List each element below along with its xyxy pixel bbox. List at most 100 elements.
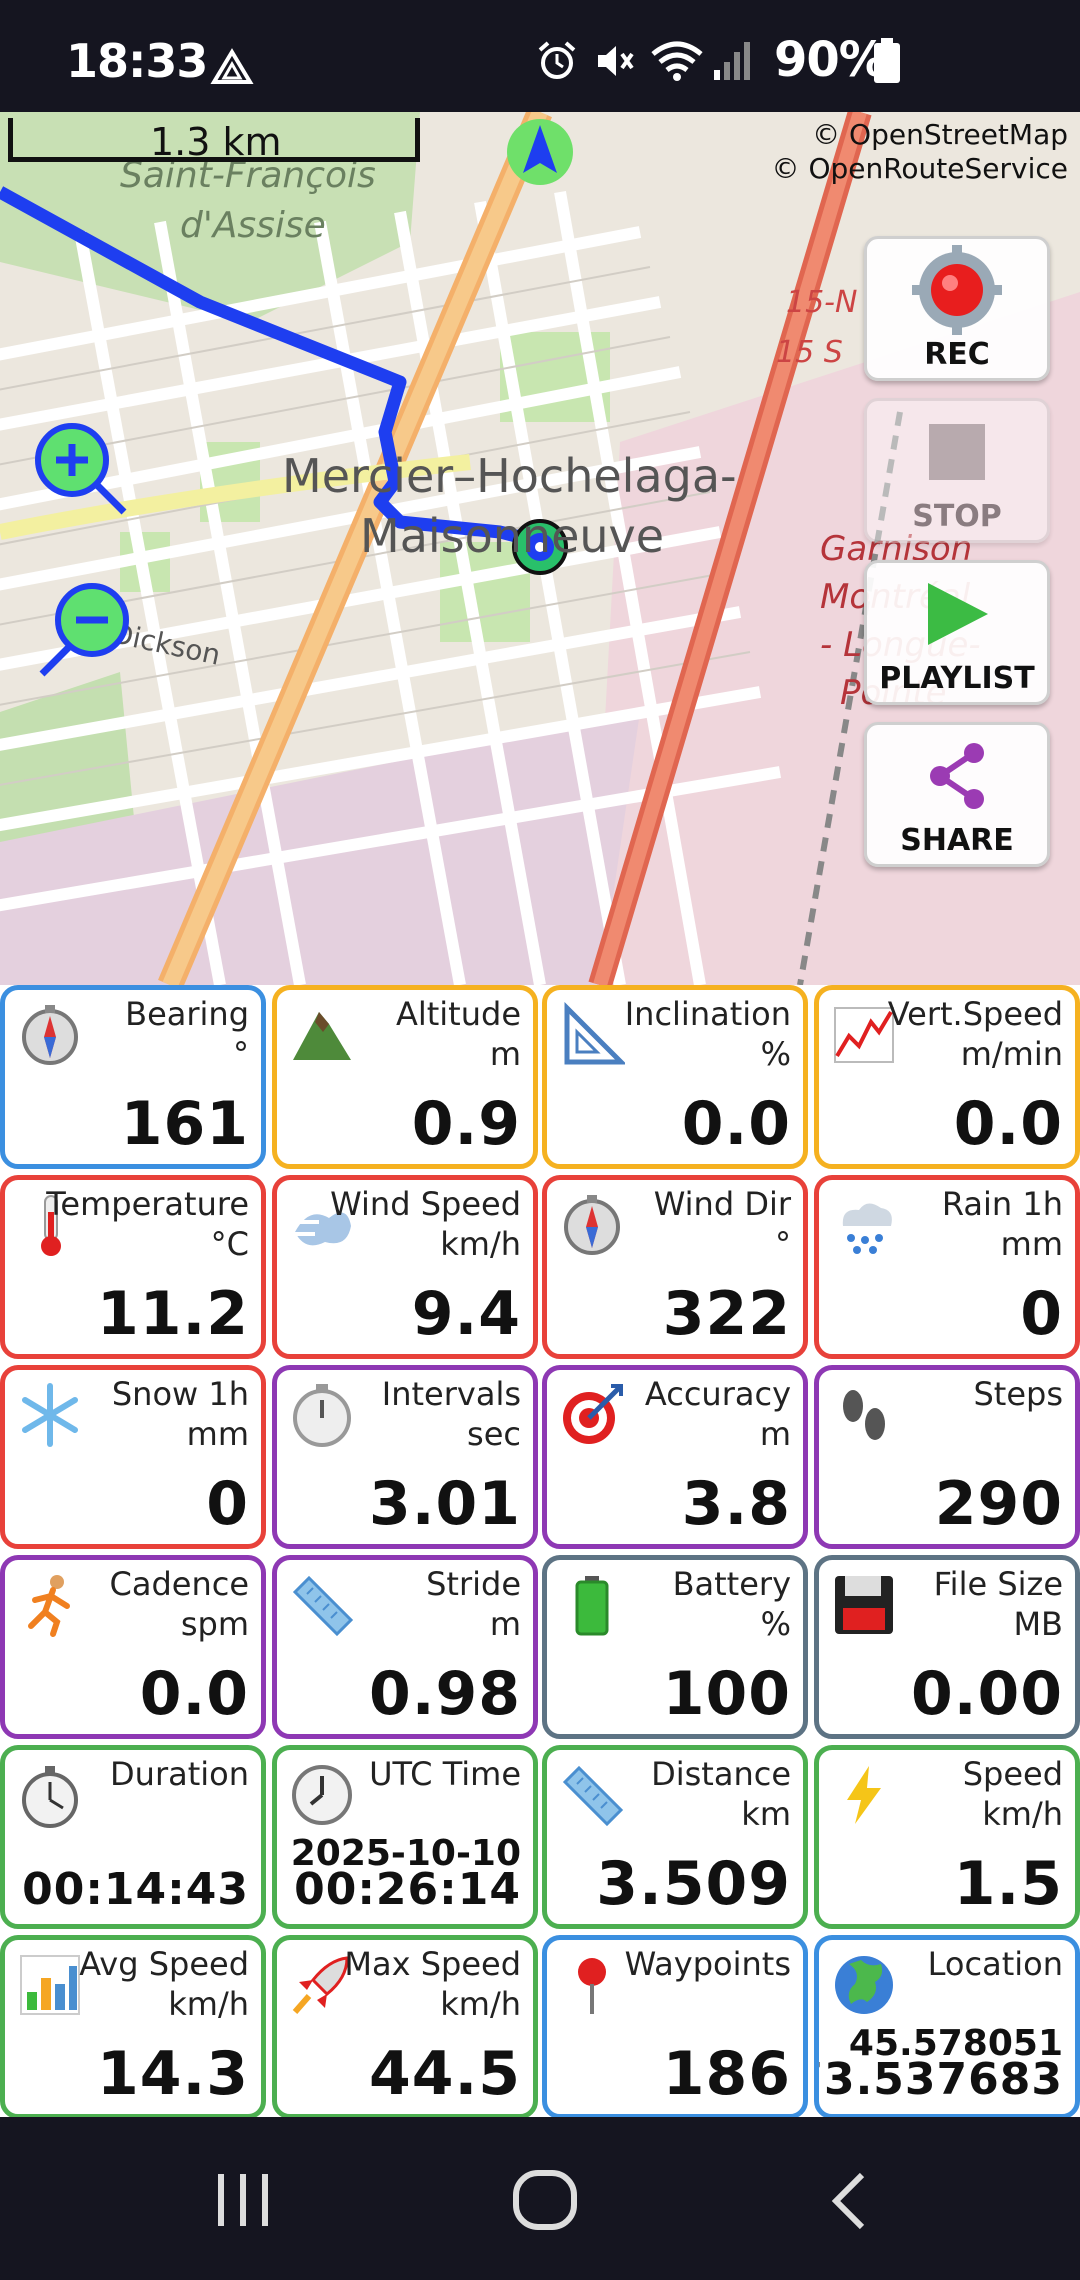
tile-value: 161 bbox=[120, 1089, 249, 1159]
rec-button[interactable]: REC bbox=[864, 236, 1050, 381]
stop-button[interactable]: STOP bbox=[864, 398, 1050, 543]
mute-icon bbox=[598, 46, 634, 76]
tile-unit: km/h bbox=[168, 1985, 249, 2023]
tile-stride[interactable]: Stride m 0.98 bbox=[272, 1555, 538, 1739]
tile-unit: m/min bbox=[960, 1035, 1063, 1073]
tile-label: Steps bbox=[973, 1375, 1063, 1413]
tile-value: 1.5 bbox=[953, 1849, 1063, 1919]
zoom-out-icon[interactable] bbox=[38, 582, 134, 678]
tile-rain-1h[interactable]: Rain 1h mm 0 bbox=[814, 1175, 1080, 1359]
tile-value: 3.01 bbox=[368, 1469, 521, 1539]
snowflake-icon bbox=[22, 1383, 78, 1447]
tile-cadence[interactable]: Cadence spm 0.0 bbox=[0, 1555, 266, 1739]
home-button[interactable] bbox=[512, 2169, 578, 2231]
tile-waypoints[interactable]: Waypoints 186 bbox=[542, 1935, 808, 2119]
mountain-icon bbox=[293, 1012, 351, 1060]
tile-snow-1h[interactable]: Snow 1h mm 0 bbox=[0, 1365, 266, 1549]
map-attribution[interactable]: © OpenStreetMap © OpenRouteService bbox=[772, 118, 1068, 186]
tile-unit: m bbox=[759, 1415, 791, 1453]
tile-label: Stride bbox=[426, 1565, 521, 1603]
tile-label: Temperature bbox=[46, 1185, 249, 1223]
tile-bearing[interactable]: Bearing ° 161 bbox=[0, 985, 266, 1169]
tile-value: 0.9 bbox=[411, 1089, 521, 1159]
tile-label: Duration bbox=[110, 1755, 249, 1793]
timer-icon bbox=[293, 1384, 351, 1447]
ruler-icon bbox=[292, 1575, 354, 1637]
tile-distance[interactable]: Distance km 3.509 bbox=[542, 1745, 808, 1929]
tile-label: Rain 1h bbox=[941, 1185, 1063, 1223]
tile-file-size[interactable]: File Size MB 0.00 bbox=[814, 1555, 1080, 1739]
tile-unit: km/h bbox=[440, 1985, 521, 2023]
tile-max-speed[interactable]: Max Speed km/h 44.5 bbox=[272, 1935, 538, 2119]
footprints-icon bbox=[843, 1390, 885, 1440]
tile-location[interactable]: Location45.578051-73.537683 bbox=[814, 1935, 1080, 2119]
tile-value: 44.5 bbox=[368, 2039, 521, 2109]
tile-unit: km/h bbox=[982, 1795, 1063, 1833]
tile-accuracy[interactable]: Accuracy m 3.8 bbox=[542, 1365, 808, 1549]
tile-utc-time[interactable]: UTC Time 2025-10-10 00:26:14 bbox=[272, 1745, 538, 1929]
tile-label: Avg Speed bbox=[79, 1945, 249, 1983]
attribution-ors[interactable]: © OpenRouteService bbox=[772, 152, 1068, 186]
tile-value: 3.509 bbox=[596, 1849, 791, 1919]
tile-steps[interactable]: Steps 290 bbox=[814, 1365, 1080, 1549]
map-view[interactable]: Saint-François d'Assise Mercier–Hochelag… bbox=[0, 112, 1080, 985]
tile-altitude[interactable]: Altitude m 0.9 bbox=[272, 985, 538, 1169]
tile-avg-speed[interactable]: Avg Speed km/h 14.3 bbox=[0, 1935, 266, 2119]
tile-unit: spm bbox=[180, 1605, 249, 1643]
playlist-label: PLAYLIST bbox=[879, 661, 1035, 696]
tile-wind-dir[interactable]: Wind Dir ° 322 bbox=[542, 1175, 808, 1359]
tile-label: Accuracy bbox=[644, 1375, 791, 1413]
status-bar: 18:33 90% bbox=[0, 0, 1080, 112]
tile-label: Inclination bbox=[624, 995, 791, 1033]
tile-label: Waypoints bbox=[624, 1945, 791, 1983]
tile-unit: km bbox=[741, 1795, 791, 1833]
tile-value: 9.4 bbox=[411, 1279, 521, 1349]
runner-icon bbox=[28, 1575, 70, 1637]
zoom-in-icon[interactable] bbox=[34, 422, 130, 518]
target-icon bbox=[563, 1384, 623, 1444]
tile-label: Vert.Speed bbox=[887, 995, 1063, 1033]
tile-value: 0.0 bbox=[139, 1659, 249, 1729]
lightning-icon bbox=[847, 1766, 881, 1824]
tile-unit: m bbox=[489, 1035, 521, 1073]
tile-wind-speed[interactable]: Wind Speed km/h 9.4 bbox=[272, 1175, 538, 1359]
tile-label: Bearing bbox=[125, 995, 249, 1033]
tile-intervals[interactable]: Intervals sec 3.01 bbox=[272, 1365, 538, 1549]
compass-north-icon[interactable] bbox=[505, 117, 575, 187]
tile-label: Wind Speed bbox=[330, 1185, 521, 1223]
compass-icon bbox=[22, 1005, 78, 1065]
tile-value: 100 bbox=[662, 1659, 791, 1729]
tile-value: 0.98 bbox=[368, 1659, 521, 1729]
alarm-icon bbox=[538, 41, 576, 79]
tile-value: 186 bbox=[662, 2039, 791, 2109]
tile-battery[interactable]: Battery% 100 bbox=[542, 1555, 808, 1739]
playlist-button[interactable]: PLAYLIST bbox=[864, 560, 1050, 705]
tile-speed[interactable]: Speed km/h 1.5 bbox=[814, 1745, 1080, 1929]
recents-button[interactable] bbox=[214, 2172, 272, 2228]
tile-value: 322 bbox=[662, 1279, 791, 1349]
tile-label: Location bbox=[927, 1945, 1063, 1983]
tile-unit: % bbox=[760, 1035, 791, 1073]
drive-icon bbox=[210, 48, 254, 84]
share-button[interactable]: SHARE bbox=[864, 722, 1050, 867]
tile-unit: mm bbox=[1000, 1225, 1063, 1263]
back-button[interactable] bbox=[826, 2171, 870, 2231]
tile-temperature[interactable]: Temperature °C 11.2 bbox=[0, 1175, 266, 1359]
attribution-osm[interactable]: © OpenStreetMap bbox=[772, 118, 1068, 152]
tile-inclination[interactable]: Inclination% 0.0 bbox=[542, 985, 808, 1169]
play-icon bbox=[928, 583, 988, 645]
tile-label: Wind Dir bbox=[653, 1185, 791, 1223]
stopwatch-icon bbox=[22, 1766, 78, 1828]
tile-value: 0 bbox=[1020, 1279, 1063, 1349]
stats-grid: Bearing ° 161 Altitude m 0.9 Inclination% 0.0 Ve… bbox=[0, 985, 1080, 2119]
tile-duration[interactable]: Duration 00:14:43 bbox=[0, 1745, 266, 1929]
tile-value: 0.0 bbox=[953, 1089, 1063, 1159]
map-label: Mercier–Hochelaga- bbox=[282, 449, 737, 503]
stop-square-icon bbox=[929, 424, 985, 480]
tile-unit: mm bbox=[186, 1415, 249, 1453]
tile-unit: MB bbox=[1013, 1605, 1063, 1643]
tile-vert-speed[interactable]: Vert.Speed m/min 0.0 bbox=[814, 985, 1080, 1169]
record-gear-icon bbox=[912, 245, 1002, 335]
tile-unit: km/h bbox=[440, 1225, 521, 1263]
tile-value: 0 bbox=[206, 1469, 249, 1539]
